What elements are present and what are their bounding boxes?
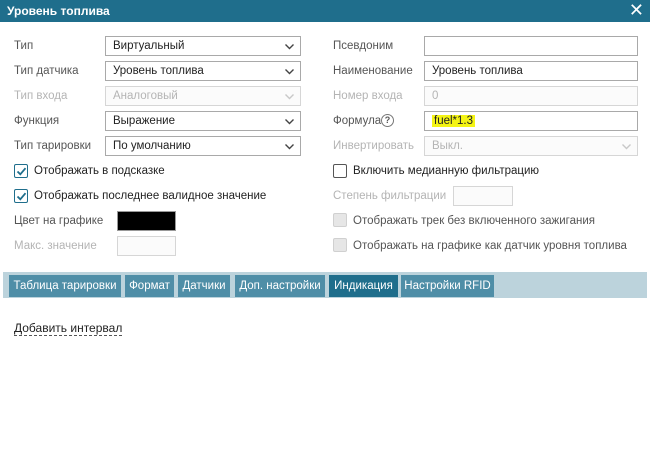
show-last-valid-checkbox[interactable] (14, 189, 28, 203)
type-select-value: Виртуальный (113, 40, 185, 52)
sensor-type-label: Тип датчика (14, 65, 79, 77)
sensor-type-select-value: Уровень топлива (113, 65, 204, 77)
input-type-select: Аналоговый (105, 86, 301, 106)
chevron-down-icon (284, 41, 295, 52)
input-type-label: Тип входа (14, 90, 68, 102)
chevron-down-icon (621, 141, 632, 152)
chevron-down-icon (284, 116, 295, 127)
show-track-no-ignition-label: Отображать трек без включенного зажигани… (353, 215, 595, 227)
chart-color-label: Цвет на графике (14, 215, 104, 227)
name-input[interactable]: Уровень топлива (424, 61, 638, 81)
function-select[interactable]: Выражение (105, 111, 301, 131)
median-filter-checkbox[interactable] (333, 164, 347, 178)
name-label: Наименование (333, 65, 413, 77)
chevron-down-icon (284, 141, 295, 152)
chevron-down-icon (284, 91, 295, 102)
sensor-type-select[interactable]: Уровень топлива (105, 61, 301, 81)
tab-rfid-settings[interactable]: Настройки RFID (401, 275, 494, 297)
checkmark-icon (16, 167, 27, 176)
show-track-no-ignition-checkbox (333, 213, 347, 227)
show-in-tooltip-checkbox[interactable] (14, 164, 28, 178)
tab-format[interactable]: Формат (125, 275, 174, 297)
invert-label: Инвертировать (333, 140, 414, 152)
formula-label: Формула (333, 115, 382, 127)
input-type-select-value: Аналоговый (113, 90, 178, 102)
calibration-type-select-value: По умолчанию (113, 140, 191, 152)
input-number-input: 0 (424, 86, 638, 106)
filter-degree-input (453, 186, 513, 206)
alias-label: Псевдоним (333, 40, 394, 52)
input-number-label: Номер входа (333, 90, 403, 102)
max-value-input (117, 236, 176, 256)
invert-select-value: Выкл. (432, 140, 464, 152)
tab-indication[interactable]: Индикация (329, 275, 398, 297)
type-select[interactable]: Виртуальный (105, 36, 301, 56)
function-label: Функция (14, 115, 60, 127)
show-in-tooltip-label[interactable]: Отображать в подсказке (34, 165, 165, 177)
chart-color-swatch[interactable] (117, 211, 176, 231)
show-as-fuel-sensor-checkbox (333, 238, 347, 252)
max-value-label: Макс. значение (14, 240, 97, 252)
invert-select: Выкл. (424, 136, 638, 156)
chevron-down-icon (284, 66, 295, 77)
formula-value: fuel*1.3 (432, 115, 476, 127)
checkmark-icon (16, 192, 27, 201)
function-select-value: Выражение (113, 115, 175, 127)
calibration-type-select[interactable]: По умолчанию (105, 136, 301, 156)
formula-input[interactable]: fuel*1.3 (424, 111, 638, 131)
tab-sensors[interactable]: Датчики (178, 275, 230, 297)
close-icon[interactable]: ✕ (629, 1, 644, 19)
show-last-valid-label[interactable]: Отображать последнее валидное значение (34, 190, 266, 202)
help-icon[interactable]: ? (381, 114, 394, 127)
tab-extra-settings[interactable]: Доп. настройки (235, 275, 325, 297)
type-label: Тип (14, 40, 34, 52)
window-titlebar: Уровень топлива ✕ (0, 0, 650, 22)
filter-degree-label: Степень фильтрации (333, 190, 447, 202)
show-as-fuel-sensor-label: Отображать на графике как датчик уровня … (353, 240, 627, 252)
add-interval-link[interactable]: Добавить интервал (14, 321, 123, 336)
calibration-type-label: Тип тарировки (14, 140, 92, 152)
median-filter-label[interactable]: Включить медианную фильтрацию (353, 165, 539, 177)
window-title: Уровень топлива (7, 4, 110, 18)
alias-input[interactable] (424, 36, 638, 56)
tab-calibration-table[interactable]: Таблица тарировки (9, 275, 121, 297)
